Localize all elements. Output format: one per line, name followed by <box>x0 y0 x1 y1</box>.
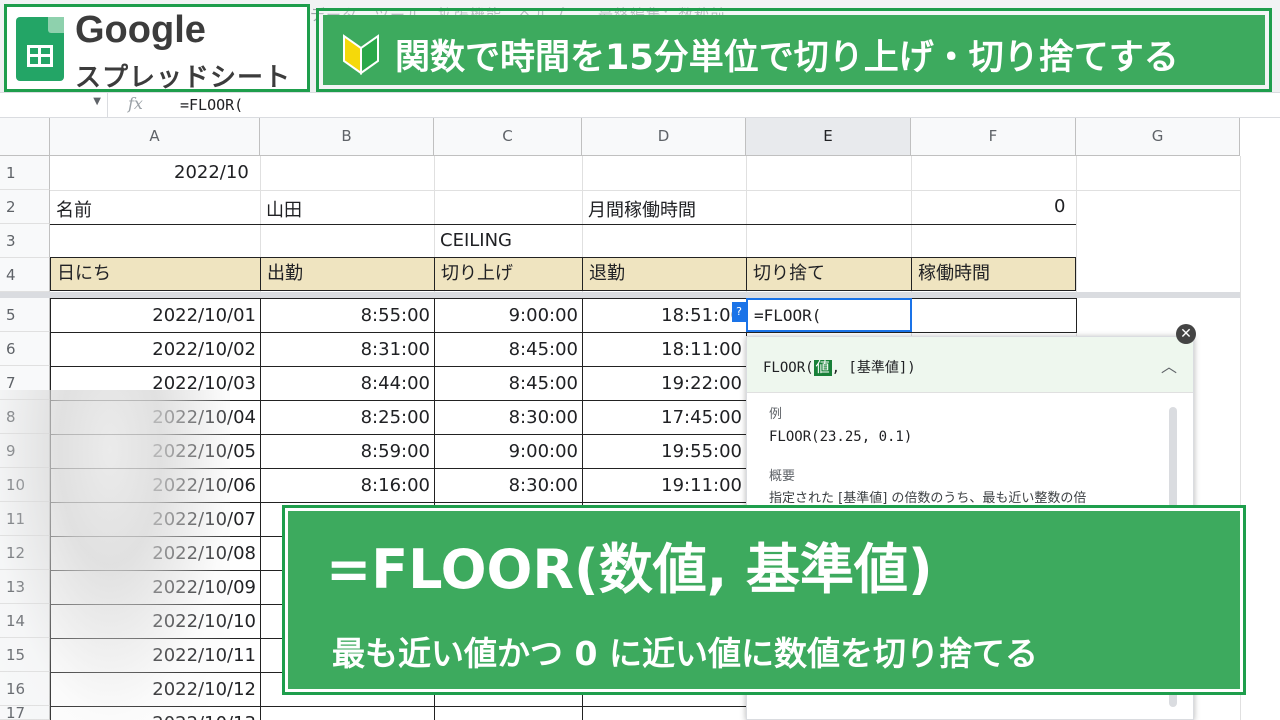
cell-in-times[interactable]: 8:16:00 <box>260 468 435 503</box>
sig-arg-active: 値 <box>813 360 832 376</box>
sheets-logo: Google スプレッドシート <box>4 4 310 93</box>
cell-dates[interactable]: 2022/10/01 <box>50 298 261 333</box>
cell-ceil-times[interactable]: 8:30:00 <box>434 400 583 435</box>
summary-label: 概要 <box>769 469 796 484</box>
cell-e5-editor[interactable]: =FLOOR( <box>746 298 912 332</box>
cell-ceil-times[interactable]: 8:45:00 <box>434 366 583 401</box>
name-box[interactable]: ▼ <box>0 93 108 117</box>
cell-ceil-times[interactable]: 9:00:00 <box>434 298 583 333</box>
select-all-corner[interactable] <box>0 118 50 156</box>
header-floor[interactable]: 切り捨て <box>746 257 912 291</box>
header-worktime[interactable]: 稼働時間 <box>911 257 1076 291</box>
cell-out-times[interactable]: 18:51:00 <box>582 298 747 333</box>
cell-in-times[interactable]: 8:44:00 <box>260 366 435 401</box>
page-title: 関数で時間を15分単位で切り上げ・切り捨てする <box>395 38 1179 78</box>
col-header-a[interactable]: A <box>50 118 260 156</box>
formula-bar: ▼ fx =FLOOR( <box>0 92 1280 118</box>
cell-ceil-times[interactable] <box>434 706 583 720</box>
example-formula: FLOOR(23.25, 0.1) <box>769 429 913 445</box>
header-date[interactable]: 日にち <box>50 257 261 291</box>
cell-out-times[interactable] <box>582 706 747 720</box>
cell-ceil-times[interactable]: 8:45:00 <box>434 332 583 367</box>
cell-a2[interactable]: 名前 <box>52 196 96 222</box>
col-header-e[interactable]: E <box>746 118 911 156</box>
grid-line <box>50 190 1240 191</box>
cell-ceil-times[interactable]: 8:30:00 <box>434 468 583 503</box>
cell-dates[interactable]: 2022/10/02 <box>50 332 261 367</box>
logo-brand: Google <box>75 9 206 51</box>
cell-in-times[interactable] <box>260 706 435 720</box>
sig-func: FLOOR( <box>763 360 814 376</box>
cell-f5[interactable] <box>911 298 1077 333</box>
row-header[interactable]: 3 <box>0 224 50 258</box>
row-header[interactable]: 4 <box>0 258 50 292</box>
cell-d2[interactable]: 月間稼働時間 <box>584 196 700 222</box>
beginner-leaf-icon <box>343 34 379 75</box>
header-in[interactable]: 出勤 <box>260 257 435 291</box>
cell-b2[interactable]: 山田 <box>262 196 306 222</box>
cell-in-times[interactable]: 8:59:00 <box>260 434 435 469</box>
cell-in-times[interactable]: 8:31:00 <box>260 332 435 367</box>
cell-f2[interactable]: 0 <box>1050 196 1069 217</box>
cell-out-times[interactable]: 19:55:00 <box>582 434 747 469</box>
col-header-d[interactable]: D <box>582 118 746 156</box>
row-header[interactable]: 6 <box>0 332 50 366</box>
cell-a1[interactable]: 2022/10 <box>170 162 253 183</box>
chevron-up-icon[interactable]: ︿ <box>1161 353 1177 377</box>
row-header[interactable]: 1 <box>0 156 50 190</box>
caption-box: =FLOOR(数値, 基準値) 最も近い値かつ 0 に近い値に数値を切り捨てる <box>282 505 1246 695</box>
header-ceiling[interactable]: 切り上げ <box>434 257 583 291</box>
cell-out-times[interactable]: 18:11:00 <box>582 332 747 367</box>
sig-rest: , [基準値]) <box>831 360 916 376</box>
grid-line <box>50 224 1076 225</box>
logo-product: スプレッドシート <box>75 63 292 93</box>
col-header-f[interactable]: F <box>911 118 1076 156</box>
col-header-b[interactable]: B <box>260 118 434 156</box>
caption-description: 最も近い値かつ 0 に近い値に数値を切り捨てる <box>332 634 1038 673</box>
cell-out-times[interactable]: 19:22:00 <box>582 366 747 401</box>
sheets-logo-icon <box>16 17 64 81</box>
formula-input[interactable]: =FLOOR( <box>180 96 243 114</box>
help-icon[interactable]: ? <box>732 302 746 322</box>
close-icon[interactable]: ✕ <box>1176 324 1196 344</box>
col-header-g[interactable]: G <box>1076 118 1240 156</box>
row-header[interactable]: 5 <box>0 298 50 332</box>
cell-ceil-times[interactable]: 9:00:00 <box>434 434 583 469</box>
title-banner: 関数で時間を15分単位で切り上げ・切り捨てする <box>316 8 1272 92</box>
help-header[interactable]: FLOOR(値, [基準値]) ︿ <box>747 337 1193 393</box>
cell-out-times[interactable]: 17:45:00 <box>582 400 747 435</box>
function-signature: FLOOR(値, [基準値]) <box>763 357 916 377</box>
cell-in-times[interactable]: 8:25:00 <box>260 400 435 435</box>
row-header[interactable]: 2 <box>0 190 50 224</box>
cell-out-times[interactable]: 19:11:00 <box>582 468 747 503</box>
caption-formula: =FLOOR(数値, 基準値) <box>326 538 933 601</box>
presenter-image <box>0 390 230 720</box>
example-label: 例 <box>769 407 783 422</box>
cell-in-times[interactable]: 8:55:00 <box>260 298 435 333</box>
fx-icon: fx <box>128 94 143 113</box>
header-out[interactable]: 退勤 <box>582 257 747 291</box>
col-header-c[interactable]: C <box>434 118 582 156</box>
cell-c3[interactable]: CEILING <box>436 230 516 251</box>
summary-text: 指定された [基準値] の倍数のうち、最も近い整数の倍 <box>769 491 1087 506</box>
chevron-down-icon[interactable]: ▼ <box>93 96 101 107</box>
